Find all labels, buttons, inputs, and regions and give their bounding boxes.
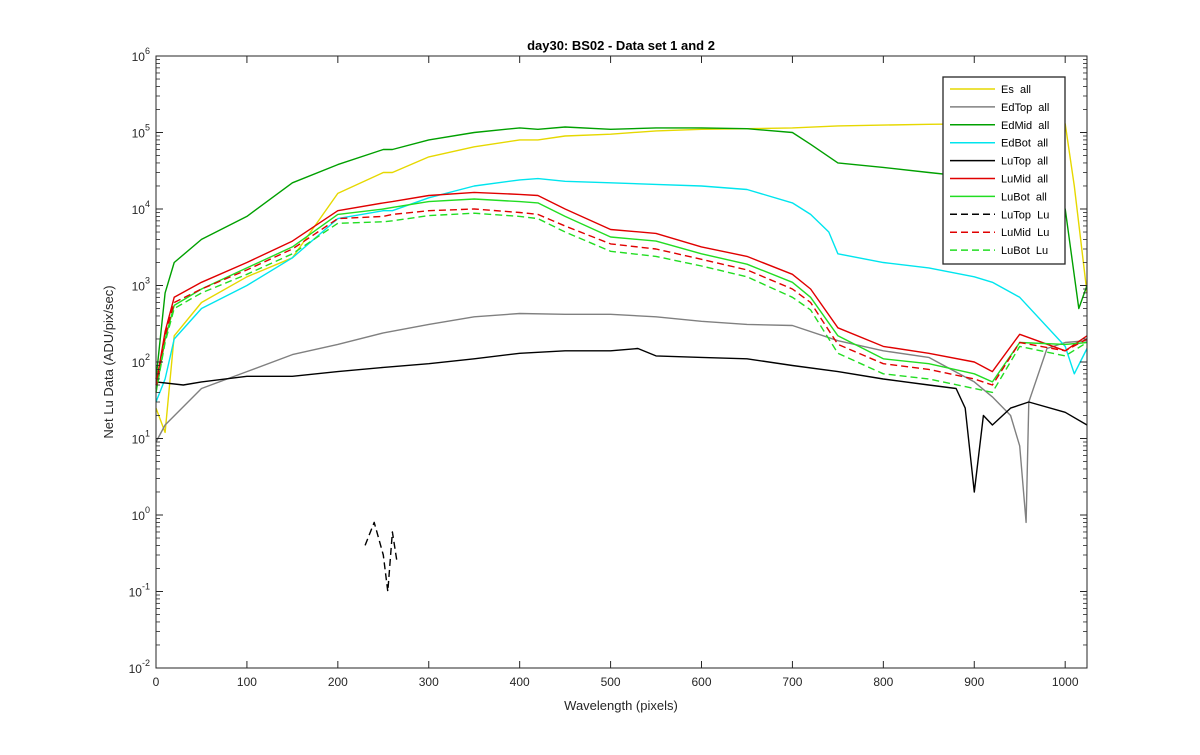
legend-label: EdBot all (1001, 138, 1048, 150)
x-tick-label: 200 (328, 675, 348, 689)
legend-label: LuBot all (1001, 191, 1047, 203)
legend-label: EdMid all (1001, 120, 1049, 132)
x-axis-label: Wavelength (pixels) (564, 698, 678, 713)
y-tick-base: 10 (132, 203, 146, 217)
y-tick-base: 10 (132, 280, 146, 294)
x-tick-label: 900 (964, 675, 984, 689)
x-tick-label: 500 (601, 675, 621, 689)
y-tick-base: 10 (129, 586, 143, 600)
y-tick-base: 10 (132, 509, 146, 523)
chart-figure: 0 100 200 300 400 500 600 700 800 900 1000 10-2 10-1… (0, 0, 1200, 750)
legend-label: LuMid Lu (1001, 227, 1049, 239)
y-tick-exponent: -1 (142, 582, 150, 592)
y-tick-exponent: 0 (145, 505, 150, 515)
legend-label: LuTop all (1001, 156, 1048, 168)
y-axis-label: Net Lu Data (ADU/pix/sec) (101, 285, 116, 438)
x-tick-label: 0 (153, 675, 160, 689)
legend-label: LuTop Lu (1001, 209, 1049, 221)
x-tick-label: 1000 (1052, 675, 1079, 689)
legend-label: EdTop all (1001, 102, 1049, 114)
x-tick-label: 700 (782, 675, 802, 689)
y-tick-exponent: 6 (145, 46, 150, 56)
y-tick-base: 10 (132, 433, 146, 447)
x-tick-label: 100 (237, 675, 257, 689)
x-tick-label: 300 (419, 675, 439, 689)
legend-label: LuMid all (1001, 174, 1048, 186)
y-tick-base: 10 (132, 50, 146, 64)
legend-label: LuBot Lu (1001, 245, 1048, 257)
y-tick-exponent: 2 (145, 352, 150, 362)
x-tick-label: 600 (691, 675, 711, 689)
y-tick-exponent: 5 (145, 123, 150, 133)
x-tick-label: 400 (510, 675, 530, 689)
chart-title: day30: BS02 - Data set 1 and 2 (527, 38, 715, 53)
y-tick-exponent: 3 (145, 276, 150, 286)
legend: Es all EdTop all EdMid all EdBot all LuTop a… (942, 76, 1066, 265)
y-tick-base: 10 (132, 127, 146, 141)
y-tick-base: 10 (132, 356, 146, 370)
legend-label: Es all (1001, 84, 1031, 96)
y-tick-exponent: 1 (145, 429, 150, 439)
y-tick-base: 10 (129, 662, 143, 676)
y-tick-exponent: -2 (142, 658, 150, 668)
chart-svg: 0 100 200 300 400 500 600 700 800 900 100010-210-1… (0, 0, 1200, 750)
y-tick-exponent: 4 (145, 199, 150, 209)
x-tick-label: 800 (873, 675, 893, 689)
